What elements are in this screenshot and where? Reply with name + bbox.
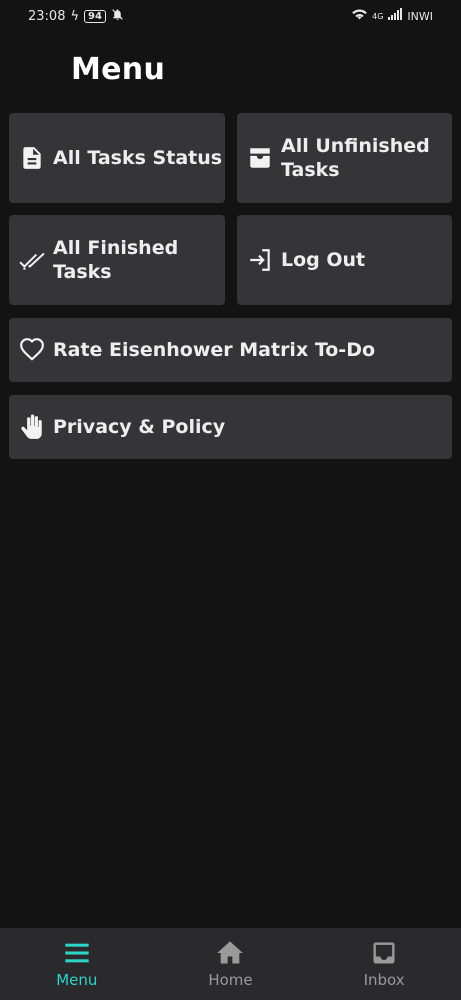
status-right: 4G INWI — [352, 8, 433, 25]
nav-inbox[interactable]: Inbox — [324, 939, 444, 989]
hand-icon — [17, 412, 47, 442]
rate-app-button[interactable]: Rate Eisenhower Matrix To-Do — [9, 318, 452, 382]
double-check-icon — [17, 245, 47, 275]
all-unfinished-tasks-label: All Unfinished Tasks — [281, 135, 430, 181]
nav-inbox-label: Inbox — [363, 971, 405, 989]
nav-menu[interactable]: Menu — [17, 939, 137, 989]
wifi-icon — [352, 8, 367, 25]
privacy-policy-label: Privacy & Policy — [53, 416, 226, 438]
all-unfinished-tasks-button[interactable]: All Unfinished Tasks — [237, 113, 452, 203]
network-type: 4G — [372, 11, 384, 21]
log-out-label: Log Out — [281, 249, 366, 271]
inbox-tray-icon — [245, 143, 275, 173]
status-bar: 23:08 ϟ 94 4G INWI — [0, 0, 461, 32]
carrier-name: INWI — [407, 9, 433, 23]
privacy-policy-button[interactable]: Privacy & Policy — [9, 395, 452, 459]
nav-home-label: Home — [208, 971, 253, 989]
all-finished-tasks-button[interactable]: All Finished Tasks — [9, 215, 225, 305]
bottom-navigation: Menu Home Inbox — [0, 928, 461, 1000]
page-title: Menu — [71, 52, 166, 87]
heart-icon — [17, 335, 47, 365]
all-tasks-status-button[interactable]: All Tasks Status — [9, 113, 225, 203]
status-left: 23:08 ϟ 94 — [28, 8, 124, 25]
inbox-icon — [373, 942, 395, 964]
all-finished-tasks-label: All Finished Tasks — [53, 237, 179, 283]
rate-app-label: Rate Eisenhower Matrix To-Do — [53, 339, 376, 361]
nav-home[interactable]: Home — [170, 939, 290, 989]
charging-icon: ϟ — [70, 8, 80, 24]
status-time: 23:08 — [28, 8, 66, 24]
mute-bell-icon — [111, 8, 124, 25]
signal-icon — [388, 8, 403, 24]
nav-menu-label: Menu — [56, 971, 98, 989]
document-icon — [17, 143, 47, 173]
all-tasks-status-label: All Tasks Status — [53, 147, 223, 169]
hamburger-icon — [65, 943, 89, 963]
app-screen: 23:08 ϟ 94 4G INWI Menu All Tasks Status — [0, 0, 461, 1000]
battery-level: 94 — [84, 9, 106, 23]
login-arrow-icon — [245, 245, 275, 275]
log-out-button[interactable]: Log Out — [237, 215, 452, 305]
home-icon — [217, 941, 244, 964]
